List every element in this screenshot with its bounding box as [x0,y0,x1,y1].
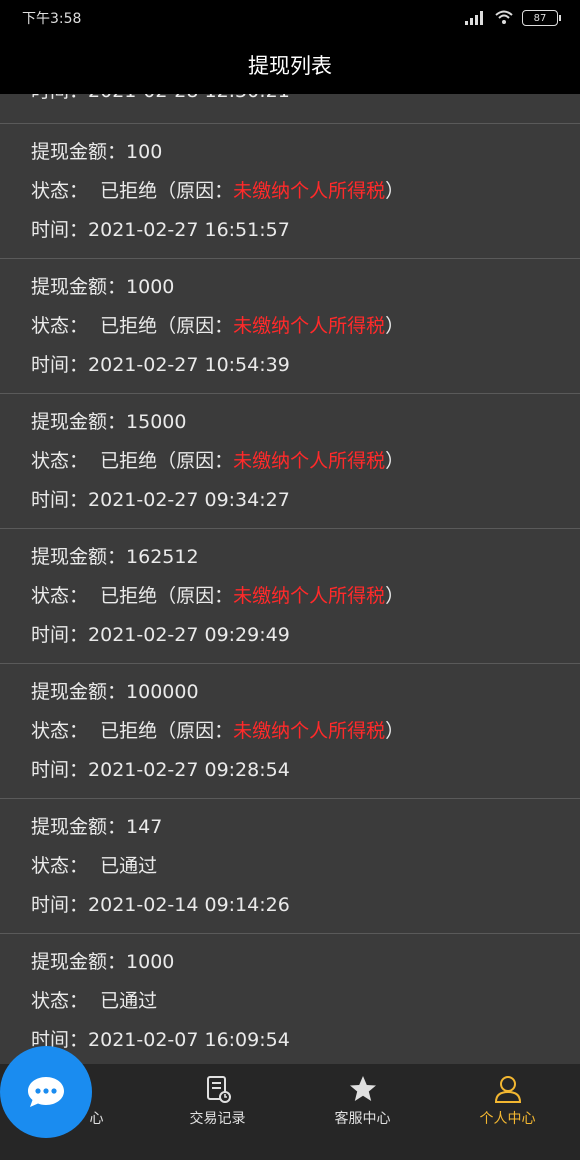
record-reason: 未缴纳个人所得税 [233,315,386,337]
record-amount-line: 提现金额：1000 [31,276,175,298]
page-title: 提现列表 [248,54,332,78]
record-status: 已拒绝 [100,720,158,742]
signal-icon [465,11,483,25]
record-time: 2021-02-27 09:28:54 [88,759,290,781]
receipt-icon [206,1076,231,1103]
list-item[interactable]: 提现金额：162512 状态： 已拒绝（原因：未缴纳个人所得税） 时间：2021… [0,529,580,664]
record-amount-line: 提现金额：162512 [31,546,199,568]
record-amount: 100000 [126,681,199,703]
list-item[interactable]: 提现金额：100 状态： 已拒绝（原因：未缴纳个人所得税） 时间：2021-02… [0,124,580,259]
nav-item-support[interactable]: 客服中心 [290,1064,435,1160]
record-time-line: 时间：2021-02-28 12:30:21 [31,94,580,118]
withdrawal-list[interactable]: 时间：2021-02-28 12:30:21 提现金额：100 状态： 已拒绝（… [0,94,580,1064]
record-amount: 162512 [126,546,199,568]
chat-bubble-icon [28,1077,64,1107]
record-reason: 未缴纳个人所得税 [233,585,386,607]
record-time-line: 时间：2021-02-27 09:34:27 [31,489,290,511]
list-item[interactable]: 提现金额：100000 状态： 已拒绝（原因：未缴纳个人所得税） 时间：2021… [0,664,580,799]
record-amount-line: 提现金额：100000 [31,681,199,703]
record-time: 2021-02-27 10:54:39 [88,354,290,376]
record-time-line: 时间：2021-02-27 09:28:54 [31,759,290,781]
record-amount: 100 [126,141,163,163]
user-icon [494,1076,521,1103]
battery-icon: 87 [522,10,561,26]
record-amount-line: 提现金额：15000 [31,411,187,433]
record-amount-line: 提现金额：100 [31,141,163,163]
withdrawal-list-content: 时间：2021-02-28 12:30:21 提现金额：100 状态： 已拒绝（… [0,94,580,1064]
record-status-line: 状态： 已拒绝（原因：未缴纳个人所得税） [31,585,405,607]
nav-label: 个人中心 [479,1111,536,1127]
status-bar: 下午3:58 87 [0,0,580,36]
nav-label: 交易记录 [189,1111,246,1127]
record-reason: 未缴纳个人所得税 [233,450,386,472]
list-item[interactable]: 提现金额：147 状态： 已通过 时间：2021-02-14 09:14:26 [0,799,580,934]
list-item[interactable]: 提现金额：1000 状态： 已拒绝（原因：未缴纳个人所得税） 时间：2021-0… [0,259,580,394]
record-status: 已拒绝 [100,315,158,337]
record-status-line: 状态： 已拒绝（原因：未缴纳个人所得税） [31,720,405,742]
record-amount-line: 提现金额：1000 [31,951,175,973]
record-time-line: 时间：2021-02-27 09:29:49 [31,624,290,646]
record-status-line: 状态： 已通过 [31,990,158,1012]
record-status-line: 状态： 已拒绝（原因：未缴纳个人所得税） [31,180,405,202]
list-item[interactable]: 提现金额：1000 状态： 已通过 时间：2021-02-07 16:09:54 [0,934,580,1064]
record-status-line: 状态： 已通过 [31,855,158,877]
battery-level: 87 [533,12,547,24]
page-header: 提现列表 [0,36,580,94]
wifi-icon [495,10,513,24]
record-reason: 未缴纳个人所得税 [233,180,386,202]
chat-button[interactable] [0,1046,92,1138]
record-status: 已通过 [100,990,158,1012]
record-time-line: 时间：2021-02-27 10:54:39 [31,354,290,376]
record-status: 已拒绝 [100,180,158,202]
status-time: 下午3:58 [22,11,82,27]
status-icons: 87 [464,10,561,26]
record-status: 已通过 [100,855,158,877]
record-status: 已拒绝 [100,450,158,472]
record-amount: 1000 [126,276,175,298]
list-item[interactable]: 提现金额：15000 状态： 已拒绝（原因：未缴纳个人所得税） 时间：2021-… [0,394,580,529]
record-amount: 1000 [126,951,175,973]
record-time-line: 时间：2021-02-14 09:14:26 [31,894,290,916]
partial-record: 时间：2021-02-28 12:30:21 [0,94,580,124]
nav-label: 客服中心 [334,1111,391,1127]
record-time: 2021-02-14 09:14:26 [88,894,290,916]
record-status-line: 状态： 已拒绝（原因：未缴纳个人所得税） [31,315,405,337]
record-time: 2021-02-27 09:29:49 [88,624,290,646]
record-amount-line: 提现金额：147 [31,816,163,838]
record-time: 2021-02-27 09:34:27 [88,489,290,511]
record-time-line: 时间：2021-02-07 16:09:54 [31,1029,290,1051]
record-status-line: 状态： 已拒绝（原因：未缴纳个人所得税） [31,450,405,472]
record-time: 2021-02-07 16:09:54 [88,1029,290,1051]
star-icon [349,1076,376,1101]
nav-item-profile[interactable]: 个人中心 [435,1064,580,1160]
record-reason: 未缴纳个人所得税 [233,720,386,742]
record-time: 2021-02-27 16:51:57 [88,219,290,241]
record-amount: 147 [126,816,163,838]
record-amount: 15000 [126,411,187,433]
record-status: 已拒绝 [100,585,158,607]
nav-item-transactions[interactable]: 交易记录 [145,1064,290,1160]
record-time-line: 时间：2021-02-27 16:51:57 [31,219,290,241]
